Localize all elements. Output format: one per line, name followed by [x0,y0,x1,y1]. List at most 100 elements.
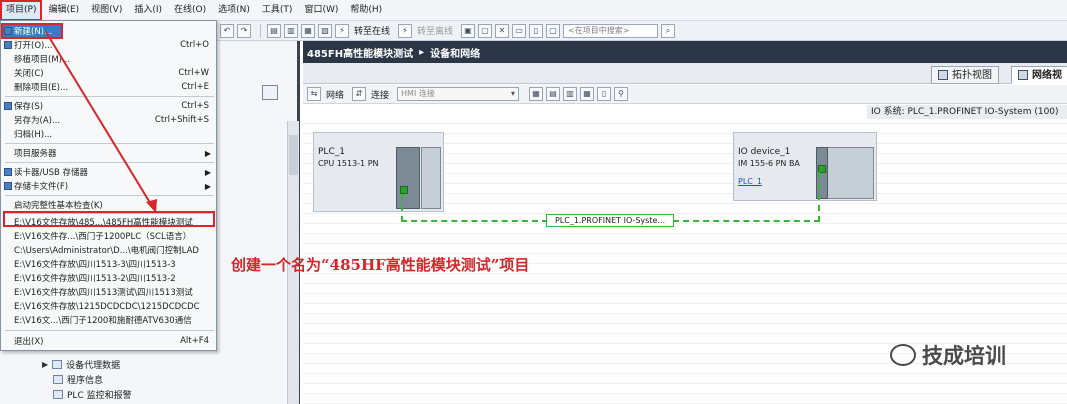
menu-separator [5,330,214,331]
tree-view-icon[interactable] [262,85,278,100]
breadcrumb-view[interactable]: 设备和网络 [430,45,480,60]
menu-online[interactable]: 在线(O) [168,0,212,21]
tree-item-program-info[interactable]: 程序信息 [53,373,103,386]
menu-window[interactable]: 窗口(W) [298,0,344,21]
menu-edit[interactable]: 编辑(E) [42,0,85,21]
menu-help[interactable]: 帮助(H) [344,0,388,21]
profinet-port-icon[interactable] [400,186,408,194]
menu-new[interactable]: 新建(N)... [1,23,63,39]
menu-close[interactable]: 关闭(C) Ctrl+W [2,66,215,80]
menu-save[interactable]: 保存(S) Ctrl+S [2,99,215,113]
menu-delete[interactable]: 删除项目(E)... Ctrl+E [2,80,215,94]
scrollbar-thumb[interactable] [289,135,298,175]
tree-item-device-proxy[interactable]: ▶ 设备代理数据 [42,358,120,371]
tab-topology-view[interactable]: 拓扑视图 [931,66,999,84]
download-icon[interactable]: ▥ [284,23,298,38]
toolbar-separator [260,23,261,38]
accessible-devices-icon[interactable]: ▣ [461,23,476,38]
highlight-icon[interactable]: ▥ [563,87,578,101]
program-info-icon [53,375,63,384]
menu-item-label: 归档(H)... [14,130,53,140]
annotation-text: 创建一个名为“485HF高性能模块测试”项目 [231,256,530,274]
memory-card-icon [4,182,12,190]
network-mode-icon[interactable]: ⇆ [307,87,321,101]
menu-recent-4[interactable]: E:\V16文件存放\四川1513-3\四川1513-3 [2,257,215,271]
menu-item-label: E:\V16文件存放\四川1513测试\四川1513测试 [14,288,193,298]
wechat-logo-icon [890,344,916,366]
redo-icon[interactable]: ↷ [237,23,251,38]
breadcrumb-project[interactable]: 485FH高性能模块测试 [307,45,413,60]
plc-type: CPU 1513-1 PN [318,159,379,168]
menu-recent-6[interactable]: E:\V16文件存放\四川1513测试\四川1513测试 [2,285,215,299]
menu-memory-card[interactable]: 存储卡文件(F) ▶ [2,179,215,193]
menu-archive[interactable]: 归档(H)... [2,127,215,141]
menu-recent-5[interactable]: E:\V16文件存放\四川1513-2\四川1513-2 [2,271,215,285]
layout-icon[interactable]: ▯ [597,87,612,101]
hmi-connection-select[interactable]: HMI 连接 [397,87,520,101]
undo-icon[interactable]: ↶ [220,23,234,38]
menu-recent-7[interactable]: E:\V16文件存放\1215DCDCDC\1215DCDCDC [2,299,215,313]
network-icon [1018,70,1028,80]
menu-project[interactable]: 项目(P) [0,0,43,21]
upload-icon[interactable]: ▦ [301,23,315,38]
menu-open[interactable]: 打开(O)... Ctrl+O [2,38,215,52]
go-online-button[interactable]: 转至在线 [354,24,390,37]
go-offline-icon[interactable]: ⚡ [398,23,413,38]
go-online-icon[interactable]: ⚡ [335,23,349,38]
split-horizontal-icon[interactable]: ▭ [512,23,527,38]
menu-separator [5,143,214,144]
simulation-icon[interactable]: ▧ [318,23,332,38]
menu-insert[interactable]: 插入(I) [128,0,168,21]
menu-shortcut: Ctrl+W [178,68,209,78]
tab-network-view[interactable]: 网络视 [1011,66,1067,84]
menu-item-label: E:\V16文件存...\西门子1200PLC（SCL语言） [14,232,192,242]
watermark-text: 技成培训 [922,344,1006,368]
recent-project-highlight [3,211,215,227]
io-device[interactable]: IO device_1 IM 155-6 PN BA PLC_1 [733,132,877,201]
menu-view[interactable]: 视图(V) [85,0,128,21]
menu-shortcut: Ctrl+S [181,101,209,111]
menu-item-label: 打开(O)... [14,41,53,51]
menu-integrity-check[interactable]: 启动完整性基本检查(K) [2,198,215,212]
tree-item-plc-alarms[interactable]: PLC 监控和报警 [53,388,132,401]
tree-item-label: 设备代理数据 [66,361,121,371]
menu-migrate[interactable]: 移植项目(M)... [2,52,215,66]
menu-item-label: 存储卡文件(F) [14,182,69,192]
go-offline-button[interactable]: 转至离线 [417,24,453,37]
cpu-module-icon [396,147,420,209]
window-icon[interactable]: ▢ [546,23,561,38]
menu-exit[interactable]: 退出(X) Alt+F4 [2,334,215,348]
menu-project-server[interactable]: 项目服务器 ▶ [2,146,215,160]
menu-recent-8[interactable]: E:\V16文...\西门子1200和施耐德ATV630通信 [2,313,215,327]
menu-item-label: 退出(X) [14,337,44,347]
network-button[interactable]: 网络 [326,88,344,101]
close-icon[interactable]: ✕ [495,23,510,38]
menu-options[interactable]: 选项(N) [212,0,256,21]
menu-separator [5,96,214,97]
split-vertical-icon[interactable]: ▯ [529,23,544,38]
relations-icon[interactable]: ▦ [529,87,544,101]
menu-recent-3[interactable]: C:\Users\Administrator\D...\电机阀门控制LAD [2,243,215,257]
table-icon[interactable]: ▦ [580,87,595,101]
plc-device[interactable]: PLC_1 CPU 1513-1 PN [313,132,444,212]
editor-toolbar: ⇆ 网络 ⇵ 连接 HMI 连接 ▦ ▤ ▥ ▦ ▯ ⚲ [303,85,1067,104]
cross-reference-icon[interactable]: ▢ [478,23,493,38]
io-controller-link[interactable]: PLC_1 [738,177,762,186]
tree-item-label: PLC 监控和报警 [67,391,132,401]
compile-icon[interactable]: ▤ [267,23,281,38]
search-icon[interactable]: ⌕ [661,23,676,38]
menu-shortcut: Ctrl+E [181,82,209,92]
zoom-icon[interactable]: ⚲ [614,87,629,101]
card-reader-icon [4,168,12,176]
expand-arrow-icon[interactable]: ▶ [42,360,48,369]
menu-recent-2[interactable]: E:\V16文件存...\西门子1200PLC（SCL语言） [2,229,215,243]
network-label[interactable]: PLC_1.PROFINET IO-Syste... [546,214,674,227]
menu-card-reader[interactable]: 读卡器/USB 存储器 ▶ [2,165,215,179]
menu-item-label: 保存(S) [14,102,44,112]
project-search-input[interactable]: <在项目中搜索> [563,23,659,38]
menu-save-as[interactable]: 另存为(A)... Ctrl+Shift+S [2,113,215,127]
connection-mode-icon[interactable]: ⇵ [352,87,367,101]
menu-tools[interactable]: 工具(T) [256,0,299,21]
address-icon[interactable]: ▤ [546,87,561,101]
connection-button[interactable]: 连接 [371,88,389,101]
